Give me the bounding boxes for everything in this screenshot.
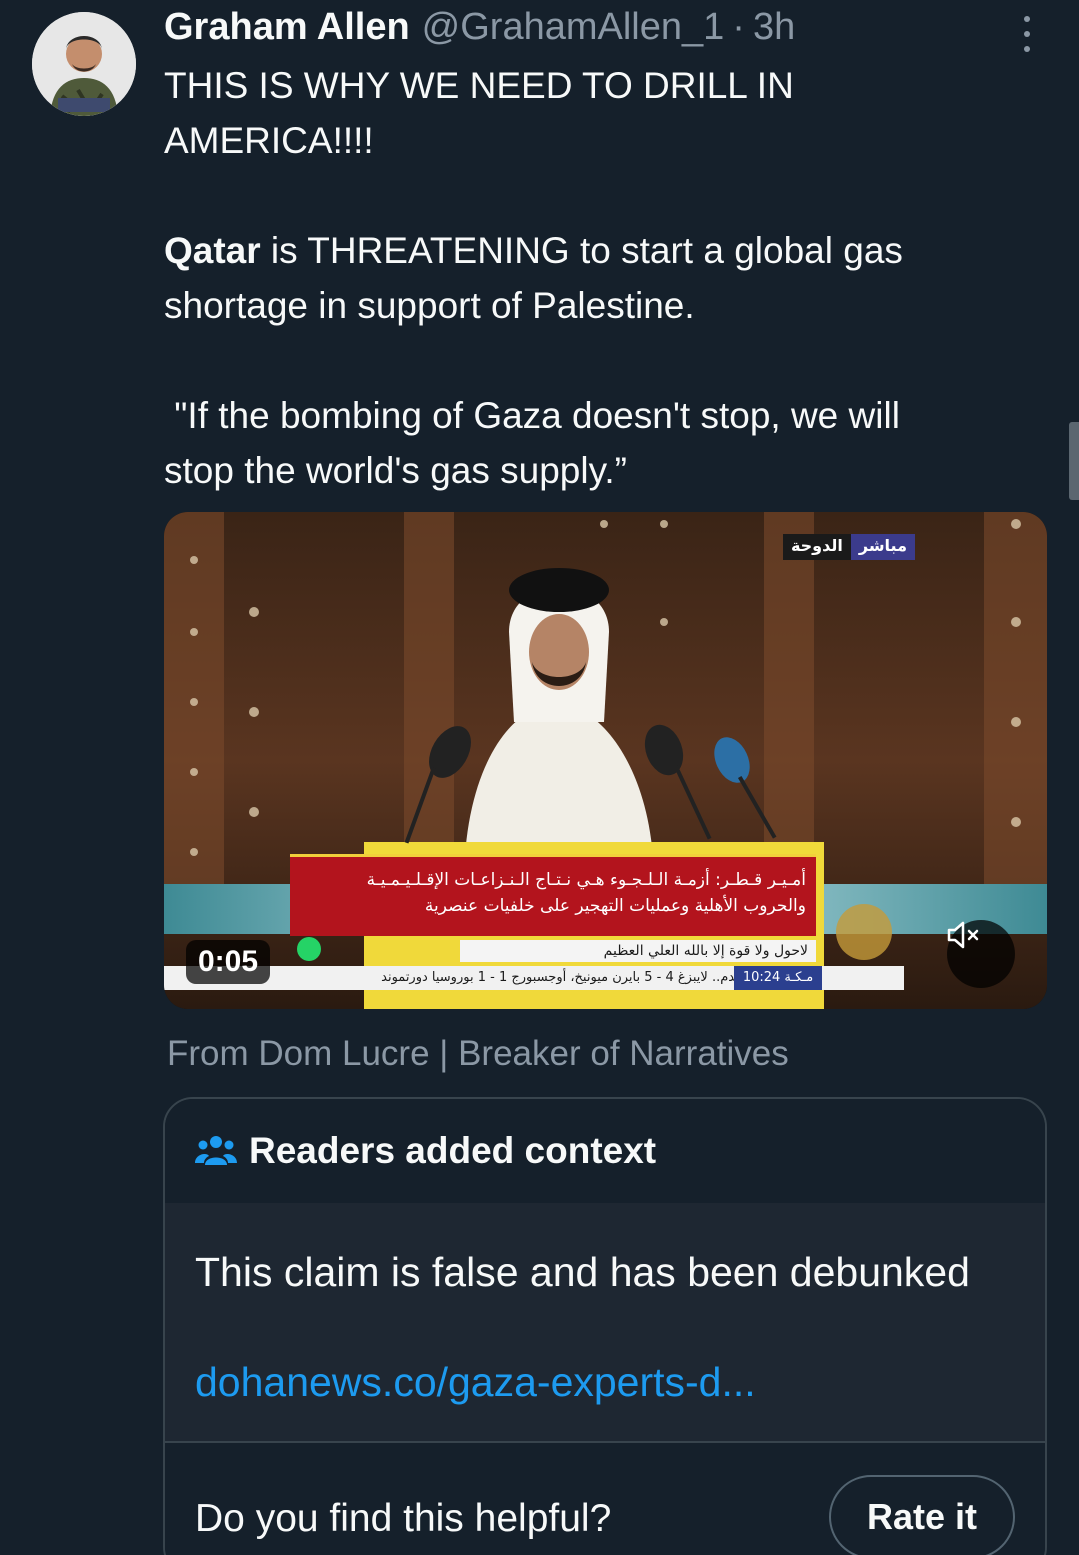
tweet-text-line: stop the world's gas supply.” — [164, 450, 627, 491]
tweet-text-line: shortage in support of Palestine. — [164, 285, 695, 326]
more-options-icon[interactable] — [1015, 16, 1039, 52]
tweet-text-line: Qatar is THREATENING to start a global g… — [164, 223, 1044, 278]
tweet-text-line: "If the bombing of Gaza doesn't stop, we… — [164, 395, 900, 436]
live-location: الدوحة — [782, 534, 851, 560]
helpful-question: Do you find this helpful? — [195, 1497, 612, 1540]
volume-muted-icon — [947, 921, 979, 949]
tweet-text: THIS IS WHY WE NEED TO DRILL IN AMERICA!… — [164, 58, 1044, 498]
scrollbar-thumb[interactable] — [1069, 422, 1079, 500]
rate-it-button[interactable]: Rate it — [829, 1475, 1015, 1555]
tweet-page: Graham Allen @GrahamAllen_1 · 3h THIS IS… — [0, 0, 1079, 1555]
people-icon — [195, 1136, 237, 1165]
author-name[interactable]: Graham Allen — [164, 6, 410, 49]
video-timer: 0:05 — [186, 940, 271, 984]
header-separator: · — [732, 6, 745, 48]
avatar-image — [32, 12, 136, 116]
ticker-line: أمـيـر قـطـر: أزمـة الـلـجـوء هـي نـتـاج… — [366, 870, 806, 890]
crawl-time: مـكـة 10:24 — [734, 966, 822, 990]
live-label: مباشر — [850, 534, 915, 560]
community-note-text: This claim is false and has been debunke… — [195, 1249, 970, 1295]
ticker-subline: لاحول ولا قوة إلا بالله العلي العظيم — [460, 940, 816, 962]
ticker-line: والحروب الأهلية وعمليات التهجير على خلفي… — [424, 896, 806, 916]
live-badge: الدوحة مباشر — [782, 534, 915, 560]
author-handle[interactable]: @GrahamAllen_1 — [422, 6, 725, 49]
community-note-footer: Do you find this helpful? Rate it — [165, 1441, 1045, 1555]
community-note: Readers added context This claim is fals… — [163, 1097, 1047, 1555]
author-avatar[interactable] — [32, 12, 136, 116]
tweet-header: Graham Allen @GrahamAllen_1 · 3h — [164, 6, 999, 52]
video-source-attribution[interactable]: From Dom Lucre | Breaker of Narratives — [167, 1034, 789, 1074]
tweet-text-line: AMERICA!!!! — [164, 120, 374, 161]
community-note-link[interactable]: dohanews.co/gaza-experts-d... — [195, 1359, 756, 1406]
news-ticker: أمـيـر قـطـر: أزمـة الـلـجـوء هـي نـتـاج… — [290, 854, 816, 936]
video-player[interactable]: الدوحة مباشر أمـيـر قـطـر: أزمـة الـلـجـ… — [164, 512, 1047, 1009]
tweet-timestamp[interactable]: 3h — [753, 6, 795, 49]
community-note-header: Readers added context — [165, 1099, 1045, 1203]
mute-button[interactable] — [947, 920, 1015, 988]
community-note-title: Readers added context — [249, 1130, 657, 1171]
tweet-text-span: is THREATENING to start a global gas — [260, 230, 903, 271]
tweet-text-line: THIS IS WHY WE NEED TO DRILL IN — [164, 65, 794, 106]
community-note-body: This claim is false and has been debunke… — [165, 1203, 1045, 1441]
bold-word: Qatar — [164, 230, 261, 271]
